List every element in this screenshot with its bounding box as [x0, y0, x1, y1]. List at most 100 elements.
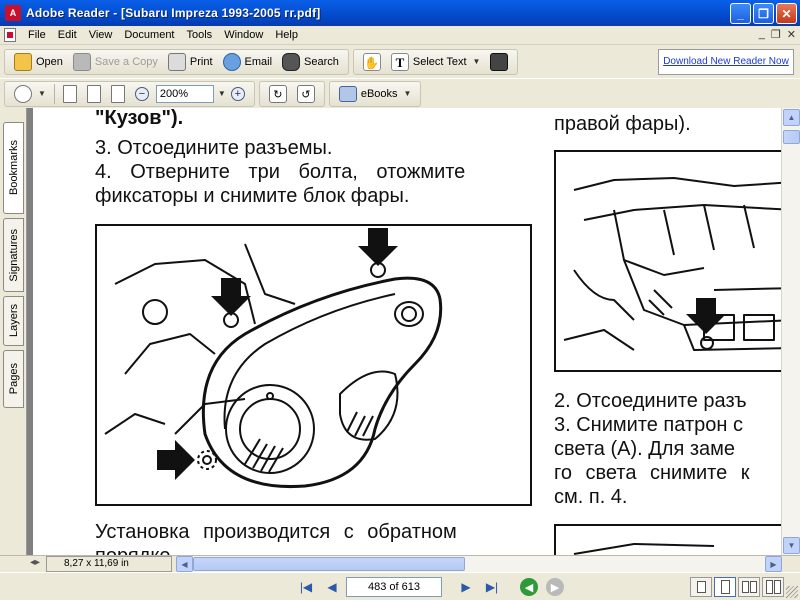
page-text-line: го света снимите к — [554, 462, 750, 484]
select-text-dropdown-icon[interactable]: ▼ — [473, 57, 481, 66]
horizontal-scrollbar[interactable]: ◀ ▶ — [176, 556, 782, 572]
page-size-display: 8,27 x 11,69 in — [46, 556, 172, 572]
rotate-clockwise-icon: ↻ — [268, 84, 287, 103]
zoom-in-icon: + — [230, 86, 245, 101]
doc-close-button[interactable]: ✕ — [787, 28, 796, 41]
rotate-clockwise-button[interactable]: ↻ — [264, 83, 292, 105]
fit-page-button[interactable] — [82, 83, 106, 105]
single-page-view-button[interactable] — [690, 577, 712, 597]
close-button[interactable]: ✕ — [776, 3, 797, 24]
resize-grip[interactable] — [786, 586, 798, 598]
scroll-left-button[interactable]: ◀ — [176, 556, 193, 572]
open-button[interactable]: Open — [9, 51, 68, 73]
file-toolbar: Open Save a Copy Print Email Search ✋ T … — [0, 45, 800, 78]
last-page-button[interactable]: ▶| — [482, 578, 502, 596]
next-page-button[interactable]: ▶ — [456, 578, 476, 596]
vertical-scroll-thumb[interactable] — [783, 130, 800, 144]
download-reader-link[interactable]: Download New Reader Now — [658, 49, 794, 75]
tab-pages[interactable]: Pages — [3, 350, 24, 408]
zoom-group: ▼ − ▼ + — [4, 80, 255, 107]
magnifier-icon — [14, 84, 32, 103]
menu-help[interactable]: Help — [269, 29, 304, 41]
ebooks-dropdown-icon[interactable]: ▼ — [404, 89, 412, 98]
menu-document[interactable]: Document — [118, 29, 180, 41]
hand-tool-button[interactable]: ✋ — [358, 51, 386, 73]
page-text-line: Установка производится с обратном — [95, 521, 457, 543]
fit-width-button[interactable] — [106, 83, 130, 105]
camera-icon — [490, 52, 509, 71]
binoculars-icon — [282, 52, 301, 71]
open-label: Open — [36, 55, 63, 68]
page-text-line: 4. Отверните три болта, отожмите — [95, 161, 466, 183]
previous-page-button[interactable]: ◀ — [322, 578, 342, 596]
fit-width-icon — [110, 84, 125, 103]
facing-page-icon — [749, 581, 757, 593]
menu-file[interactable]: File — [22, 29, 52, 41]
tab-layers[interactable]: Layers — [3, 296, 24, 346]
scroll-up-button[interactable]: ▲ — [783, 109, 800, 126]
zoom-tool-dropdown-icon[interactable]: ▼ — [38, 89, 46, 98]
minimize-button[interactable]: _ — [730, 3, 751, 24]
adobe-reader-icon: A — [5, 5, 21, 21]
menu-bar: File Edit View Document Tools Window Hel… — [0, 26, 800, 45]
email-label: Email — [244, 55, 273, 68]
continuous-facing-view-button[interactable] — [762, 577, 784, 597]
zoom-in-button[interactable]: + — [226, 83, 250, 105]
tab-pages-label: Pages — [7, 363, 20, 395]
page-number-label: 483 of 613 — [368, 581, 420, 593]
zoom-dropdown-icon[interactable]: ▼ — [218, 89, 226, 98]
split-arrow-icon[interactable]: ◂▸ — [30, 557, 40, 568]
next-view-button[interactable]: ▶ — [546, 578, 564, 596]
page-text-line: 2. Отсоедините разъ — [554, 390, 747, 412]
page-text-line: света (А). Для заме — [554, 438, 736, 460]
menu-edit[interactable]: Edit — [52, 29, 83, 41]
scroll-right-button[interactable]: ▶ — [765, 556, 782, 572]
print-button[interactable]: Print — [163, 51, 218, 73]
ebooks-group: eBooks ▼ — [328, 80, 422, 107]
page-size-label: 8,27 x 11,69 in — [64, 558, 129, 569]
select-tools-group: ✋ T Select Text ▼ — [352, 48, 519, 75]
doc-minimize-button[interactable]: _ — [759, 28, 765, 41]
pdf-page: "Кузов"). 3. Отсоедините разъемы. 4. Отв… — [33, 108, 781, 555]
email-button[interactable]: Email — [218, 51, 278, 73]
ebooks-button[interactable]: eBooks ▼ — [334, 83, 417, 105]
doc-restore-button[interactable]: ❐ — [771, 28, 781, 41]
continuous-view-button[interactable] — [714, 577, 736, 597]
page-text-line: правой фары). — [554, 113, 691, 135]
horizontal-scroll-row: ◂▸ 8,27 x 11,69 in ◀ ▶ — [0, 555, 800, 572]
search-button[interactable]: Search — [277, 51, 344, 73]
navigation-pane: Bookmarks Signatures Layers Pages — [0, 108, 27, 555]
page-text-line: 3. Отсоедините разъемы. — [95, 137, 333, 159]
document-icon[interactable] — [4, 28, 16, 42]
continuous-facing-icon — [773, 580, 781, 594]
tab-bookmarks[interactable]: Bookmarks — [3, 122, 24, 214]
tab-signatures[interactable]: Signatures — [3, 218, 24, 292]
page-text-line: "Кузов"). — [95, 108, 184, 129]
rotate-counterclockwise-icon: ↺ — [296, 84, 315, 103]
actual-size-button[interactable] — [58, 83, 82, 105]
scroll-down-button[interactable]: ▼ — [783, 537, 800, 554]
page-navigation-bar: |◀ ◀ 483 of 613 ▶ ▶| ◀ ▶ — [0, 572, 800, 600]
snapshot-tool-button[interactable] — [485, 51, 513, 73]
facing-view-button[interactable] — [738, 577, 760, 597]
zoom-level-input[interactable] — [155, 84, 214, 103]
text-cursor-icon: T — [390, 52, 409, 71]
zoom-out-button[interactable]: − — [130, 83, 154, 105]
page-number-field[interactable]: 483 of 613 — [346, 577, 442, 597]
menu-window[interactable]: Window — [218, 29, 269, 41]
select-text-label: Select Text — [412, 55, 467, 68]
menu-tools[interactable]: Tools — [181, 29, 219, 41]
vertical-scrollbar[interactable]: ▲ ▼ — [781, 108, 800, 555]
select-text-button[interactable]: T Select Text ▼ — [386, 51, 486, 73]
previous-view-button[interactable]: ◀ — [520, 578, 538, 596]
first-page-button[interactable]: |◀ — [296, 578, 316, 596]
save-copy-button[interactable]: Save a Copy — [68, 51, 163, 73]
page-text-line: 3. Снимите патрон с — [554, 414, 743, 436]
headlight-figure — [95, 224, 532, 506]
document-viewport[interactable]: "Кузов"). 3. Отсоедините разъемы. 4. Отв… — [27, 108, 781, 555]
menu-view[interactable]: View — [83, 29, 119, 41]
rotate-counterclockwise-button[interactable]: ↺ — [292, 83, 320, 105]
horizontal-scroll-thumb[interactable] — [193, 557, 465, 571]
zoom-tool-button[interactable]: ▼ — [9, 83, 51, 105]
maximize-button[interactable]: ❐ — [753, 3, 774, 24]
